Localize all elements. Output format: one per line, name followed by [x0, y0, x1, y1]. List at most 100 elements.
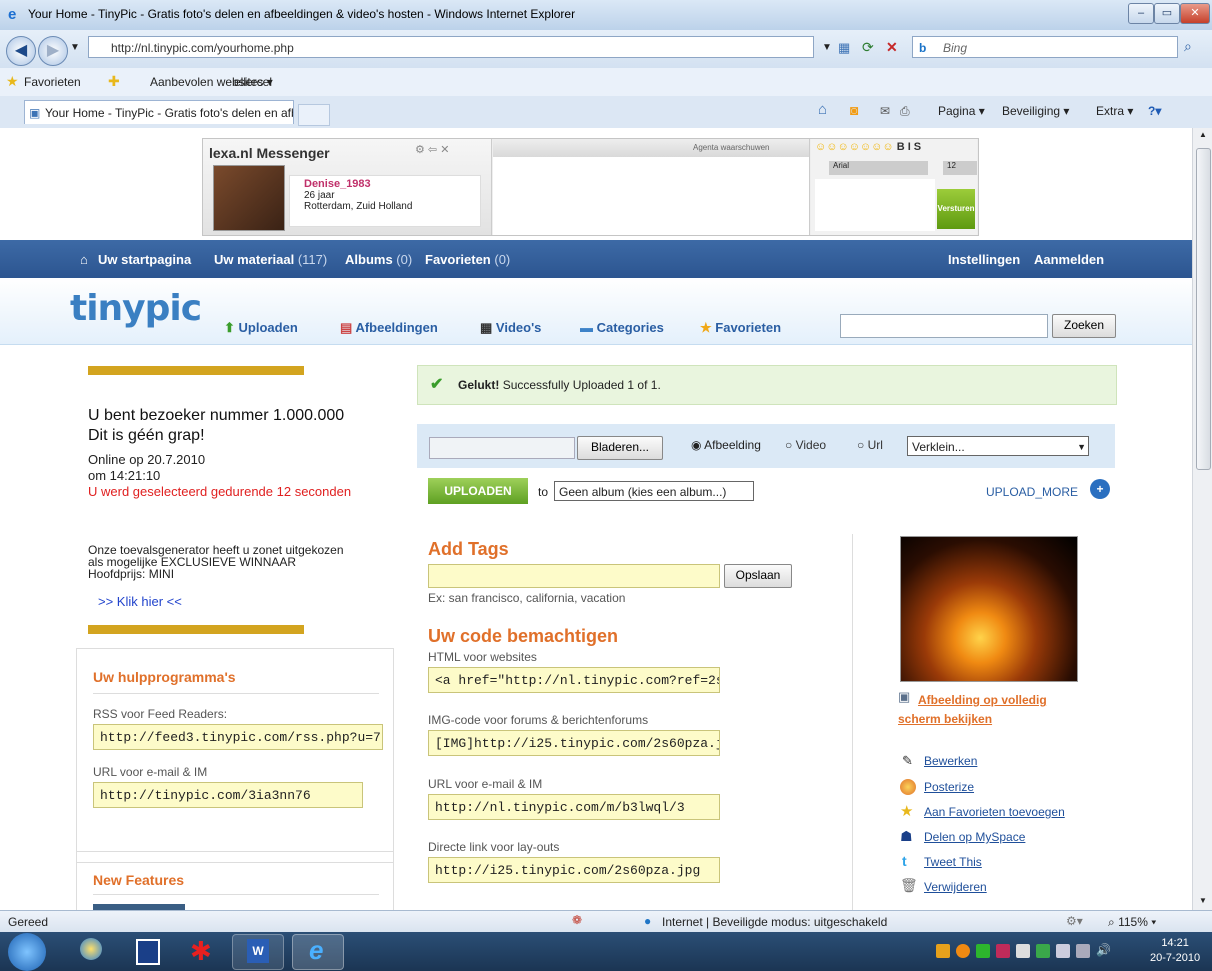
add-favorites-link[interactable]: Aan Favorieten toevoegen [924, 805, 1065, 819]
rss-icon[interactable]: ◙ [850, 102, 858, 118]
network-icon[interactable] [1076, 944, 1090, 958]
tab-upload[interactable]: ⬆ Uploaden [224, 320, 298, 336]
site-search-input[interactable] [840, 314, 1048, 338]
tab-favorites[interactable]: ★ Favorieten [700, 320, 781, 336]
direct-link-field[interactable]: http://i25.tinypic.com/2s60pza.jpg [428, 857, 720, 883]
nav-login[interactable]: Aanmelden [1034, 252, 1104, 267]
print-icon[interactable]: ⎙ [900, 104, 910, 119]
browse-button[interactable]: Bladeren... [577, 436, 663, 460]
home-icon[interactable]: ⌂ [818, 101, 827, 118]
taskbar-red-app-icon[interactable]: ✱ [176, 934, 226, 968]
stop-icon[interactable]: ✕ [886, 39, 898, 56]
minimize-button[interactable]: – [1128, 3, 1154, 24]
tray-icon-4[interactable] [996, 944, 1010, 958]
forward-button[interactable]: ▶ [38, 36, 68, 66]
rss-field[interactable]: http://feed3.tinypic.com/rss.php?u=7pQk [93, 724, 383, 750]
tray-icon-5[interactable] [1016, 944, 1030, 958]
message-input[interactable] [815, 179, 935, 231]
url-dropdown-icon[interactable]: ▼ [822, 42, 832, 53]
nav-albums[interactable]: Albums (0) [345, 252, 412, 267]
search-icon[interactable]: ⌕ [1184, 38, 1192, 55]
taskbar-ie-icon[interactable]: e [292, 934, 344, 970]
mail-icon[interactable]: ✉ [880, 104, 890, 118]
warn-text[interactable]: Agenta waarschuwen [693, 143, 770, 152]
security-menu[interactable]: Beveiliging ▾ [1002, 104, 1069, 118]
protected-mode-icon[interactable]: ⚙▾ [1066, 914, 1083, 928]
maximize-button[interactable]: ▭ [1154, 3, 1180, 24]
zoom-level[interactable]: ⌕ 115% ▾ [1108, 915, 1156, 930]
scroll-thumb[interactable] [1196, 148, 1211, 470]
tab-images[interactable]: ▤ Afbeeldingen [340, 320, 438, 336]
tab-tinypic[interactable]: ▣ Your Home - TinyPic - Gratis foto's de… [24, 100, 294, 124]
add-favorite-icon[interactable]: ✚ [108, 73, 120, 90]
ellercel-link[interactable]: ellercel [234, 75, 272, 89]
compat-icon[interactable]: ▦ [838, 40, 850, 56]
page-menu[interactable]: Pagina ▾ [938, 104, 985, 118]
search-input[interactable]: b Bing [912, 36, 1178, 58]
delete-link[interactable]: Verwijderen [924, 880, 987, 894]
tags-input[interactable] [428, 564, 720, 588]
tweet-link[interactable]: Tweet This [924, 855, 982, 869]
new-tab-button[interactable] [298, 104, 330, 126]
volume-icon[interactable]: 🔊 [1096, 943, 1111, 957]
security-zone[interactable]: Internet | Beveiligde modus: uitgeschake… [662, 915, 887, 929]
scroll-down-icon[interactable]: ▼ [1199, 896, 1207, 905]
tray-icon-3[interactable] [976, 944, 990, 958]
tray-icon-2[interactable] [956, 944, 970, 958]
email-url-field[interactable]: http://tinypic.com/3ia3nn76 [93, 782, 363, 808]
uploaded-image-thumbnail[interactable] [900, 536, 1078, 682]
help-icon[interactable]: ?▾ [1148, 104, 1161, 118]
nav-favorites[interactable]: Favorieten (0) [425, 252, 510, 267]
back-button[interactable]: ◀ [6, 36, 36, 66]
scroll-up-icon[interactable]: ▲ [1199, 130, 1207, 139]
site-search-button[interactable]: Zoeken [1052, 314, 1116, 338]
taskbar-browser-icon[interactable] [64, 934, 114, 968]
nav-home[interactable]: Uw startpagina [98, 252, 191, 267]
font-select[interactable]: Arial [829, 161, 928, 175]
edit-link[interactable]: Bewerken [924, 754, 977, 768]
emoticons-icon[interactable]: ☺☺☺☺☺☺☺ B I S [815, 141, 921, 153]
fullscreen-link[interactable]: Afbeelding op volledig scherm bekijken [898, 691, 1088, 729]
favorites-button[interactable]: Favorieten [24, 75, 81, 89]
url-field[interactable]: http://nl.tinypic.com/yourhome.php [88, 36, 814, 58]
start-button[interactable] [8, 933, 46, 971]
addon-icon[interactable]: ❁ [572, 913, 582, 927]
close-button[interactable]: ✕ [1180, 3, 1210, 24]
taskbar-save-icon[interactable] [120, 934, 170, 968]
nav-settings[interactable]: Instellingen [948, 252, 1020, 267]
action-center-icon[interactable] [1056, 944, 1070, 958]
html-code-field[interactable]: <a href="http://nl.tinypic.com?ref=2s60p [428, 667, 720, 693]
nav-material[interactable]: Uw materiaal (117) [214, 252, 327, 267]
profile-name[interactable]: Denise_1983 [290, 176, 480, 190]
myspace-link[interactable]: Delen op MySpace [924, 830, 1025, 844]
tray-icon-1[interactable] [936, 944, 950, 958]
taskbar-word-icon[interactable]: W [232, 934, 284, 970]
page-scrollbar[interactable]: ▲ ▼ [1192, 128, 1212, 910]
clock[interactable]: 14:21 20-7-2010 [1150, 936, 1200, 966]
avatar[interactable] [213, 165, 285, 231]
plus-circle-icon[interactable]: + [1090, 479, 1110, 499]
upload-more-link[interactable]: UPLOAD_MORE [986, 485, 1078, 499]
upload-button[interactable]: UPLOADEN [428, 478, 528, 504]
save-tags-button[interactable]: Opslaan [724, 564, 792, 588]
tab-videos[interactable]: ▦ Video's [480, 320, 541, 336]
email-code-field[interactable]: http://nl.tinypic.com/m/b3lwql/3 [428, 794, 720, 820]
album-select[interactable]: Geen album (kies een album...) [554, 481, 754, 501]
refresh-icon[interactable]: ⟳ [862, 39, 874, 56]
resize-select[interactable]: Verklein... ▼ [907, 436, 1089, 456]
tray-icon-6[interactable] [1036, 944, 1050, 958]
send-button[interactable]: Versturen [937, 189, 975, 229]
radio-video[interactable]: ○ Video [785, 438, 826, 452]
extra-menu[interactable]: Extra ▾ [1096, 104, 1133, 118]
tab-categories[interactable]: ▬ Categories [580, 320, 664, 335]
ad-click-link[interactable]: >> Klik hier << [98, 594, 182, 609]
posterize-link[interactable]: Posterize [924, 780, 974, 794]
radio-url[interactable]: ○ Url [857, 438, 883, 452]
messenger-tools-icon[interactable]: ⚙ ⇦ ✕ [415, 143, 449, 156]
history-dropdown-icon[interactable]: ▼ [70, 42, 80, 53]
size-select[interactable]: 12 [943, 161, 977, 175]
tinypic-logo[interactable]: tinypic [70, 288, 202, 329]
file-input[interactable] [429, 437, 575, 459]
radio-image[interactable]: ◉ Afbeelding [691, 438, 761, 452]
img-code-field[interactable]: [IMG]http://i25.tinypic.com/2s60pza.jpg[… [428, 730, 720, 756]
